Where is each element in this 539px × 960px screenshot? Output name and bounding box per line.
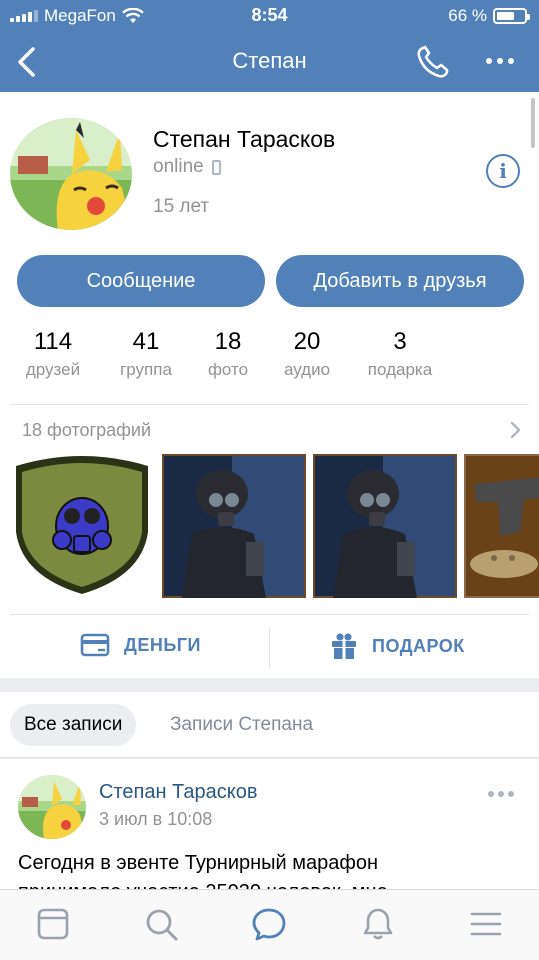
- add-friend-button[interactable]: Добавить в друзья: [276, 255, 524, 307]
- gift-icon: [332, 633, 356, 659]
- online-status: online: [153, 156, 221, 178]
- profile-age: 15 лет: [153, 196, 210, 217]
- photo-gas-mask-badge[interactable]: [10, 454, 154, 598]
- divider: [10, 404, 529, 405]
- photo-soldier-1[interactable]: [162, 454, 306, 598]
- battery-fill: [497, 12, 515, 20]
- counter-value: 18: [214, 328, 242, 355]
- status-right: 66 %: [448, 6, 530, 26]
- counter-photos[interactable]: 18 фото: [204, 328, 252, 380]
- counter-label: группа: [120, 360, 172, 379]
- actions-row: ДЕНЬГИ ПОДАРОК: [0, 618, 539, 678]
- post-date[interactable]: 3 июл в 10:08: [99, 809, 212, 830]
- mobile-icon: [211, 159, 221, 175]
- status-bar: MegaFon 8:54 66 %: [0, 0, 539, 32]
- post-text-line: принимало участие 25030 человек, мне: [18, 878, 518, 889]
- counter-value: 41: [132, 328, 160, 355]
- post-avatar[interactable]: [18, 775, 86, 839]
- counter-audio[interactable]: 20 аудио: [278, 328, 336, 380]
- action-separator: [269, 628, 270, 668]
- money-label: ДЕНЬГИ: [124, 634, 201, 655]
- counter-value: 20: [293, 328, 321, 355]
- photos-strip: [10, 454, 539, 598]
- chevron-right-icon[interactable]: [508, 420, 522, 440]
- counter-value: 114: [33, 328, 73, 355]
- money-transfer-icon: [80, 633, 110, 657]
- tab-own-posts[interactable]: Записи Степана: [170, 704, 313, 746]
- counter-label: аудио: [283, 360, 331, 379]
- counter-label: подарка: [367, 360, 433, 379]
- photo-soldier-2[interactable]: [313, 454, 457, 598]
- menu-icon[interactable]: [468, 906, 504, 942]
- counters: 114 друзей 41 группа 18 фото 20 аудио 3 …: [0, 328, 539, 388]
- profile-card: Степан Тарасков online 15 лет i Сообщени…: [0, 92, 539, 678]
- navigation-bar: Степан: [0, 32, 539, 92]
- battery-percent: 66 %: [448, 6, 487, 25]
- top-bar: MegaFon 8:54 66 % Степан: [0, 0, 539, 92]
- search-icon[interactable]: [143, 906, 179, 942]
- nav-title: Степан: [232, 48, 307, 73]
- gift-button[interactable]: ПОДАРОК: [330, 632, 465, 660]
- wall-tabs: Все записи Записи Степана: [0, 692, 539, 758]
- gift-label: ПОДАРОК: [372, 635, 465, 656]
- photos-header[interactable]: 18 фотографий: [22, 420, 151, 441]
- news-icon[interactable]: [35, 906, 71, 942]
- counter-value: 3: [393, 328, 407, 355]
- photo-pistol[interactable]: [464, 454, 539, 598]
- scrollbar[interactable]: [531, 98, 535, 148]
- counter-label: друзей: [25, 360, 81, 379]
- post-author[interactable]: Степан Тарасков: [99, 781, 257, 804]
- post-text-line: Сегодня в эвенте Турнирный марафон: [18, 852, 378, 874]
- bottom-tab-bar: [0, 889, 539, 960]
- messages-icon[interactable]: [251, 906, 287, 942]
- post-text: Сегодня в эвенте Турнирный марафон прини…: [18, 849, 518, 889]
- info-icon[interactable]: i: [486, 154, 520, 188]
- counter-gifts[interactable]: 3 подарка: [360, 328, 440, 380]
- counter-friends[interactable]: 114 друзей: [20, 328, 86, 380]
- message-button[interactable]: Сообщение: [17, 255, 265, 307]
- avatar[interactable]: [10, 118, 132, 230]
- divider: [10, 614, 529, 615]
- tab-all-posts[interactable]: Все записи: [10, 704, 137, 746]
- profile-name: Степан Тарасков: [153, 126, 336, 152]
- wall-post: Степан Тарасков 3 июл в 10:08 Сегодня в …: [0, 759, 539, 889]
- more-dots-icon[interactable]: [480, 48, 520, 74]
- post-more-icon[interactable]: [488, 791, 514, 797]
- counter-groups[interactable]: 41 группа: [112, 328, 180, 380]
- notifications-icon[interactable]: [360, 906, 396, 942]
- phone-icon[interactable]: [414, 44, 452, 80]
- counter-label: фото: [207, 360, 249, 379]
- money-button[interactable]: ДЕНЬГИ: [80, 632, 201, 658]
- online-text: online: [153, 156, 204, 177]
- battery-icon: [493, 8, 530, 24]
